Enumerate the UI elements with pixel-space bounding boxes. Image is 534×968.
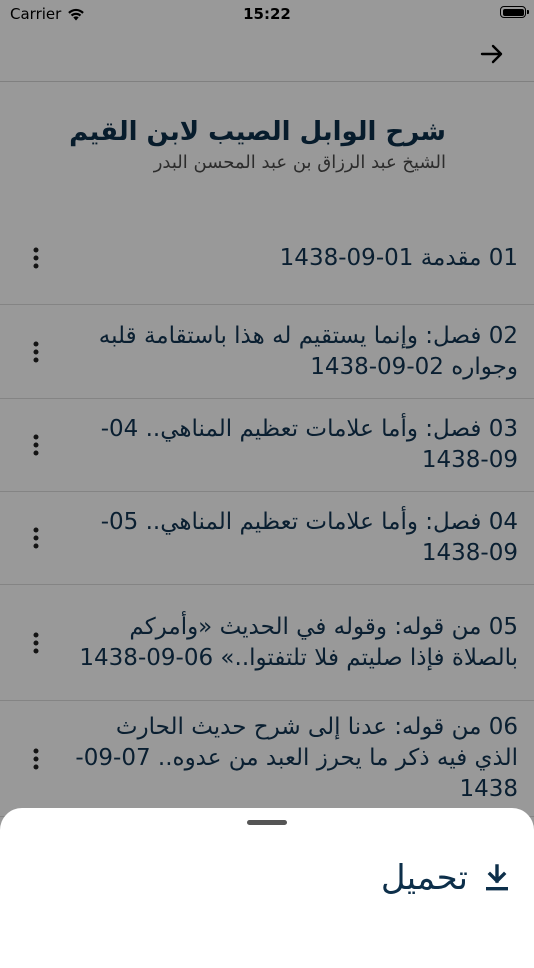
download-icon bbox=[486, 864, 508, 891]
download-button[interactable]: تحميل bbox=[381, 858, 512, 898]
download-label: تحميل bbox=[380, 858, 468, 898]
bottom-sheet: تحميل bbox=[0, 808, 534, 968]
sheet-drag-handle[interactable] bbox=[247, 820, 287, 825]
